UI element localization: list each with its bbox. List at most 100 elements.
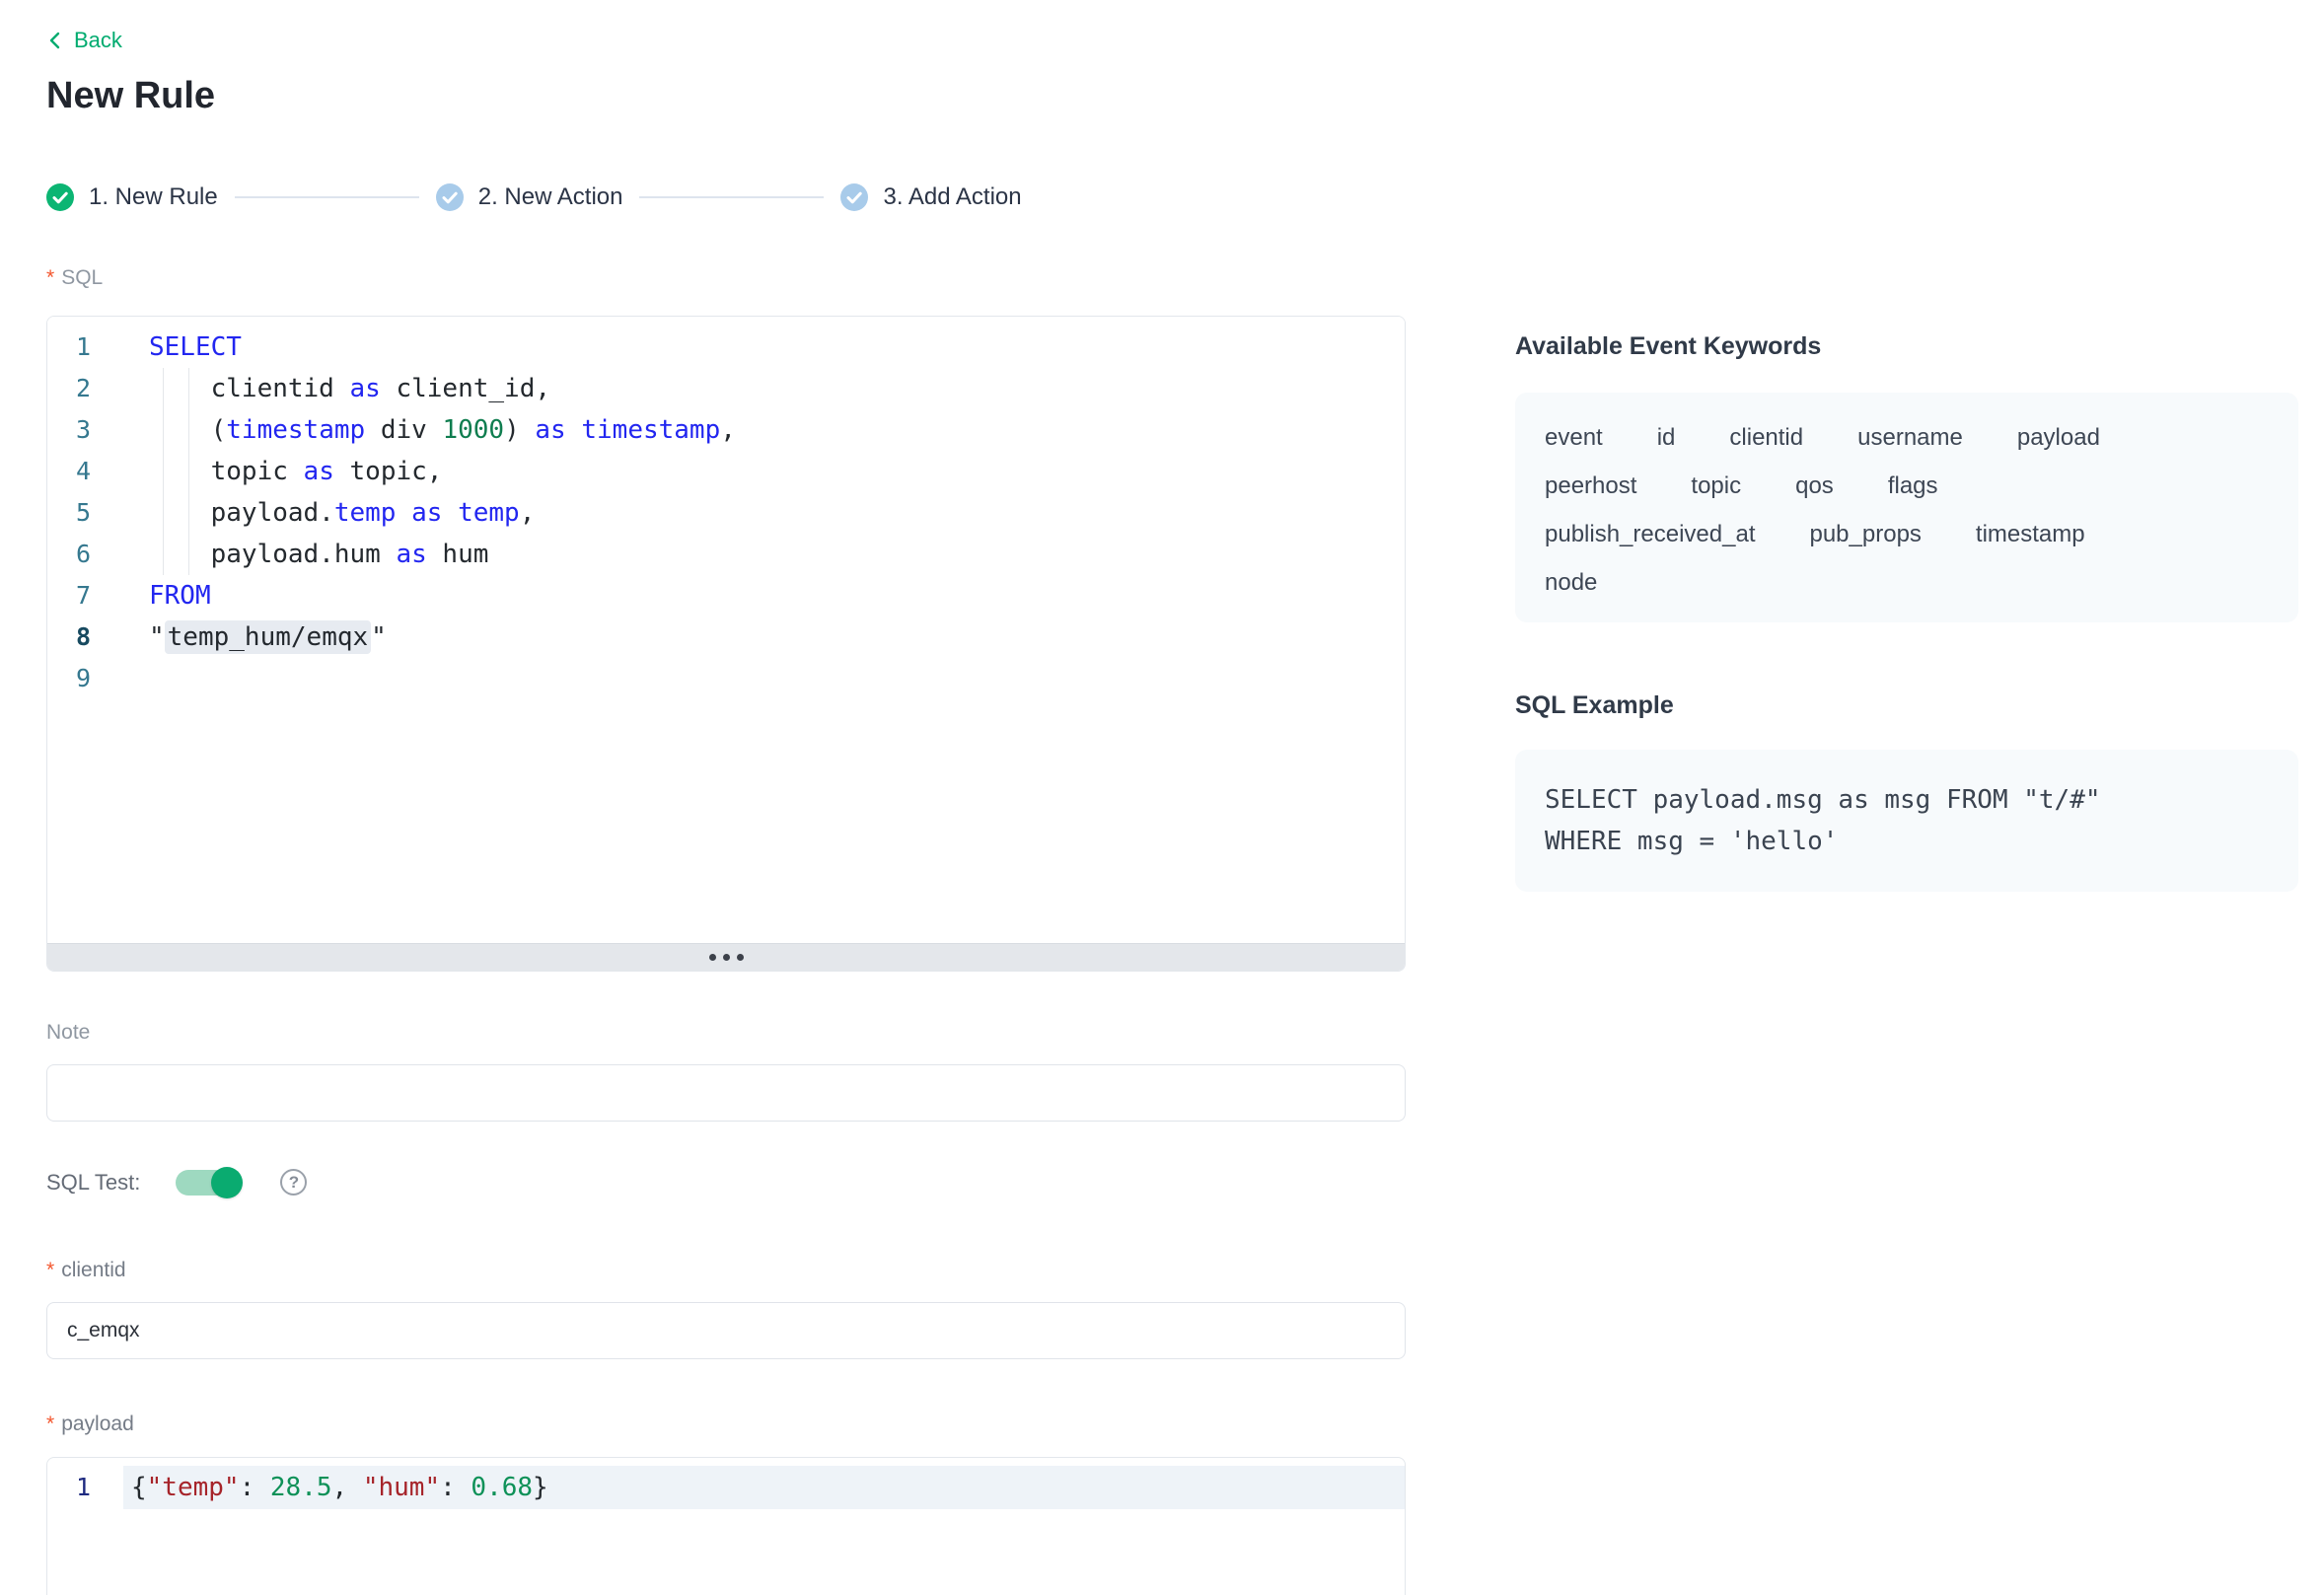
code-content: clientid as client_id, <box>149 368 550 409</box>
example-code-line: SELECT payload.msg as msg FROM "t/#" <box>1545 779 2269 821</box>
line-number: 6 <box>47 534 91 575</box>
code-token: as <box>350 374 381 403</box>
code-token <box>566 415 582 445</box>
keyword-item: timestamp <box>1976 521 2085 548</box>
code-token: : <box>240 1473 270 1502</box>
sql-line[interactable]: 6 payload.hum as hum <box>47 534 1405 575</box>
sql-line[interactable]: 4 topic as topic, <box>47 451 1405 492</box>
payload-line[interactable]: 1{"temp": 28.5, "hum": 0.68} <box>47 1466 1405 1509</box>
code-token: topic, <box>334 457 443 486</box>
payload-code-editor[interactable]: 1{"temp": 28.5, "hum": 0.68} <box>46 1457 1406 1595</box>
indent-guide <box>163 409 164 451</box>
step-2-label: 2. New Action <box>478 183 623 211</box>
step-indicator: 1. New Rule 2. New Action 3. Add Action <box>46 183 1022 211</box>
code-token: topic <box>149 457 304 486</box>
code-token <box>396 498 411 528</box>
line-number: 8 <box>47 616 91 658</box>
keyword-item: qos <box>1795 472 1834 500</box>
code-content: (timestamp div 1000) as timestamp, <box>149 409 736 451</box>
indent-guide <box>163 451 164 492</box>
step-connector <box>235 196 419 198</box>
line-number: 3 <box>47 409 91 451</box>
help-icon[interactable]: ? <box>280 1169 307 1196</box>
keyword-item: event <box>1545 424 1603 452</box>
sql-line[interactable]: 8"temp_hum/emqx" <box>47 616 1405 658</box>
clientid-label-text: clientid <box>61 1259 125 1282</box>
event-keywords-box: eventidclientidusernamepayloadpeerhostto… <box>1515 393 2298 622</box>
indent-guide <box>188 451 189 492</box>
keyword-item: id <box>1657 424 1676 452</box>
step-3-label: 3. Add Action <box>883 183 1021 211</box>
required-asterisk: * <box>46 266 54 290</box>
keyword-row: eventidclientidusernamepayload <box>1545 424 2269 452</box>
code-content: payload.hum as hum <box>149 534 488 575</box>
editor-resize-handle[interactable] <box>47 943 1405 971</box>
sql-line[interactable]: 2 clientid as client_id, <box>47 368 1405 409</box>
page-title: New Rule <box>46 75 215 117</box>
indent-guide <box>163 368 164 409</box>
code-token <box>442 498 458 528</box>
payload-field-label: * payload <box>46 1413 1406 1436</box>
code-token: FROM <box>149 581 211 611</box>
code-token: 28.5 <box>270 1473 332 1502</box>
code-content: FROM <box>149 575 211 616</box>
keyword-item: clientid <box>1729 424 1803 452</box>
step-2-new-action[interactable]: 2. New Action <box>436 183 623 211</box>
code-token: SELECT <box>149 332 242 362</box>
help-panel: Available Event Keywords eventidclientid… <box>1515 331 2298 892</box>
sql-line[interactable]: 1SELECT <box>47 326 1405 368</box>
indent-guide <box>188 368 189 409</box>
back-button[interactable]: Back <box>46 28 122 53</box>
sql-test-toggle[interactable] <box>176 1170 241 1196</box>
sql-line[interactable]: 7 FROM <box>47 575 1405 616</box>
indent-guide <box>188 492 189 534</box>
keyword-item: publish_received_at <box>1545 521 1755 548</box>
note-input[interactable] <box>46 1064 1406 1122</box>
code-token: temp <box>458 498 520 528</box>
keyword-item: username <box>1857 424 1963 452</box>
sql-code-editor[interactable]: 1SELECT2 clientid as client_id,3 (timest… <box>46 316 1406 972</box>
sql-code-area[interactable]: 1SELECT2 clientid as client_id,3 (timest… <box>47 317 1405 943</box>
step-3-add-action[interactable]: 3. Add Action <box>840 183 1021 211</box>
code-token: " <box>149 622 165 652</box>
chevron-left-icon <box>46 31 64 50</box>
line-number: 5 <box>47 492 91 534</box>
keyword-item: topic <box>1691 472 1741 500</box>
code-token: timestamp <box>226 415 365 445</box>
code-content: SELECT <box>149 326 242 368</box>
code-token: , <box>332 1473 363 1502</box>
code-token: payload. <box>149 498 334 528</box>
line-number: 7 <box>47 575 91 616</box>
code-token: div <box>365 415 442 445</box>
toggle-knob <box>211 1167 243 1198</box>
sql-test-label: SQL Test: <box>46 1170 140 1196</box>
code-token: timestamp <box>581 415 720 445</box>
line-number: 2 <box>47 368 91 409</box>
code-token: as <box>535 415 565 445</box>
step-1-new-rule[interactable]: 1. New Rule <box>46 183 218 211</box>
check-circle-pending-icon <box>436 183 464 211</box>
sql-line[interactable]: 5 payload.temp as temp, <box>47 492 1405 534</box>
check-circle-done-icon <box>46 183 74 211</box>
code-token: hum <box>427 540 489 569</box>
code-token: ) <box>504 415 535 445</box>
indent-guide <box>188 534 189 575</box>
code-token: { <box>131 1473 147 1502</box>
required-asterisk: * <box>46 1413 54 1436</box>
example-code-line: WHERE msg = 'hello' <box>1545 821 2269 862</box>
note-field-label: Note <box>46 1021 1406 1045</box>
rule-form: * SQL 1SELECT2 clientid as client_id,3 (… <box>46 266 1406 1595</box>
code-token: 1000 <box>442 415 504 445</box>
clientid-input[interactable] <box>46 1302 1406 1359</box>
code-content: {"temp": 28.5, "hum": 0.68} <box>123 1466 1405 1509</box>
code-token: temp <box>334 498 397 528</box>
code-content: topic as topic, <box>149 451 442 492</box>
sql-line[interactable]: 3 (timestamp div 1000) as timestamp, <box>47 409 1405 451</box>
payload-label-text: payload <box>61 1413 134 1436</box>
back-label: Back <box>74 28 122 53</box>
keyword-item: pub_props <box>1809 521 1921 548</box>
sql-line[interactable]: 9 <box>47 658 1405 699</box>
step-1-label: 1. New Rule <box>89 183 218 211</box>
code-content: payload.temp as temp, <box>149 492 535 534</box>
line-number: 4 <box>47 451 91 492</box>
